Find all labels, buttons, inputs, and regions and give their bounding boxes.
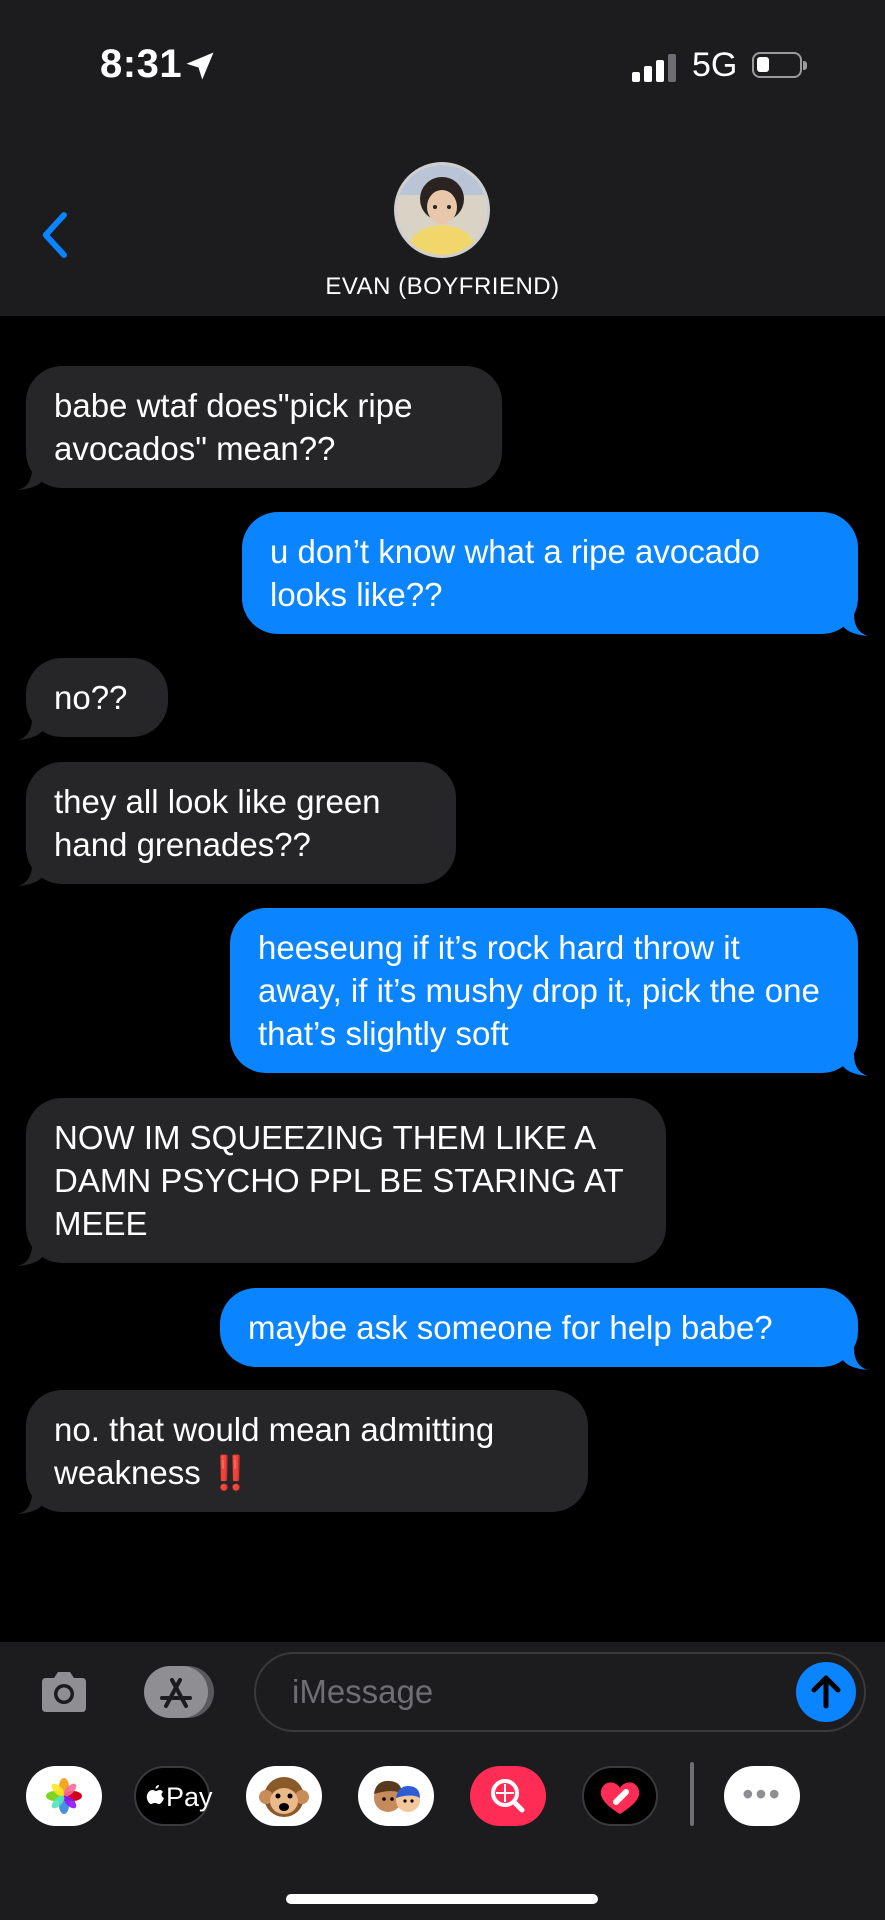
battery-icon: [752, 52, 807, 78]
avatar-photo: [397, 165, 487, 255]
image-search-icon[interactable]: [470, 1766, 546, 1826]
bubble-tail: [842, 1348, 868, 1370]
outgoing-message[interactable]: u don’t know what a ripe avocado looks l…: [242, 512, 858, 634]
compose-bar: iMessage: [0, 1642, 885, 1742]
network-type: 5G: [692, 46, 738, 84]
apple-logo-icon: [146, 1785, 164, 1804]
apple-pay-label: Pay: [166, 1782, 213, 1812]
app-store-icon[interactable]: [144, 1664, 216, 1720]
outgoing-message[interactable]: heeseung if it’s rock hard throw it away…: [230, 908, 858, 1073]
animoji-icon[interactable]: [246, 1766, 322, 1826]
contact-name[interactable]: EVAN (BOYFRIEND): [0, 273, 885, 301]
status-time: 8:31: [100, 42, 183, 86]
bubble-tail: [18, 1244, 44, 1266]
apple-pay-icon[interactable]: Pay: [134, 1766, 213, 1826]
incoming-message[interactable]: NOW IM SQUEEZING THEM LIKE A DAMN PSYCHO…: [26, 1098, 666, 1263]
send-button[interactable]: [796, 1662, 856, 1722]
memoji-icon[interactable]: [358, 1766, 434, 1826]
bubble-tail: [842, 1054, 868, 1076]
up-arrow-icon: [811, 1675, 841, 1709]
photos-app-icon[interactable]: [26, 1766, 102, 1826]
incoming-message[interactable]: babe wtaf does"pick ripe avocados" mean?…: [26, 366, 502, 488]
drawer-divider: [690, 1762, 694, 1826]
message-input-placeholder: iMessage: [292, 1673, 434, 1710]
signal-bars-icon: [632, 52, 676, 82]
double-exclamation-emoji: ‼️: [209, 1454, 251, 1491]
bubble-tail: [18, 864, 44, 886]
bubble-tail: [18, 1492, 44, 1514]
status-bar: 8:31 5G: [0, 0, 885, 120]
bubble-tail: [18, 468, 44, 490]
digital-touch-icon[interactable]: [582, 1766, 658, 1826]
bubble-tail: [842, 614, 868, 636]
outgoing-message[interactable]: maybe ask someone for help babe?: [220, 1288, 858, 1367]
app-drawer: Pay •••: [0, 1742, 885, 1920]
home-indicator[interactable]: [286, 1894, 598, 1904]
location-arrow-icon: [186, 52, 214, 80]
incoming-message[interactable]: they all look like green hand grenades??: [26, 762, 456, 884]
incoming-message[interactable]: no??: [26, 658, 168, 737]
message-input[interactable]: iMessage: [254, 1652, 866, 1732]
bubble-tail: [18, 718, 44, 740]
camera-icon[interactable]: [36, 1664, 92, 1720]
more-apps-button[interactable]: •••: [724, 1766, 800, 1826]
incoming-message[interactable]: no. that would mean admitting weakness ‼…: [26, 1390, 588, 1512]
conversation-header: 8:31 5G EVAN (BOYFRIEND): [0, 0, 885, 316]
back-chevron-icon[interactable]: [36, 210, 72, 260]
contact-avatar[interactable]: [394, 162, 490, 258]
more-icon: •••: [742, 1776, 782, 1812]
